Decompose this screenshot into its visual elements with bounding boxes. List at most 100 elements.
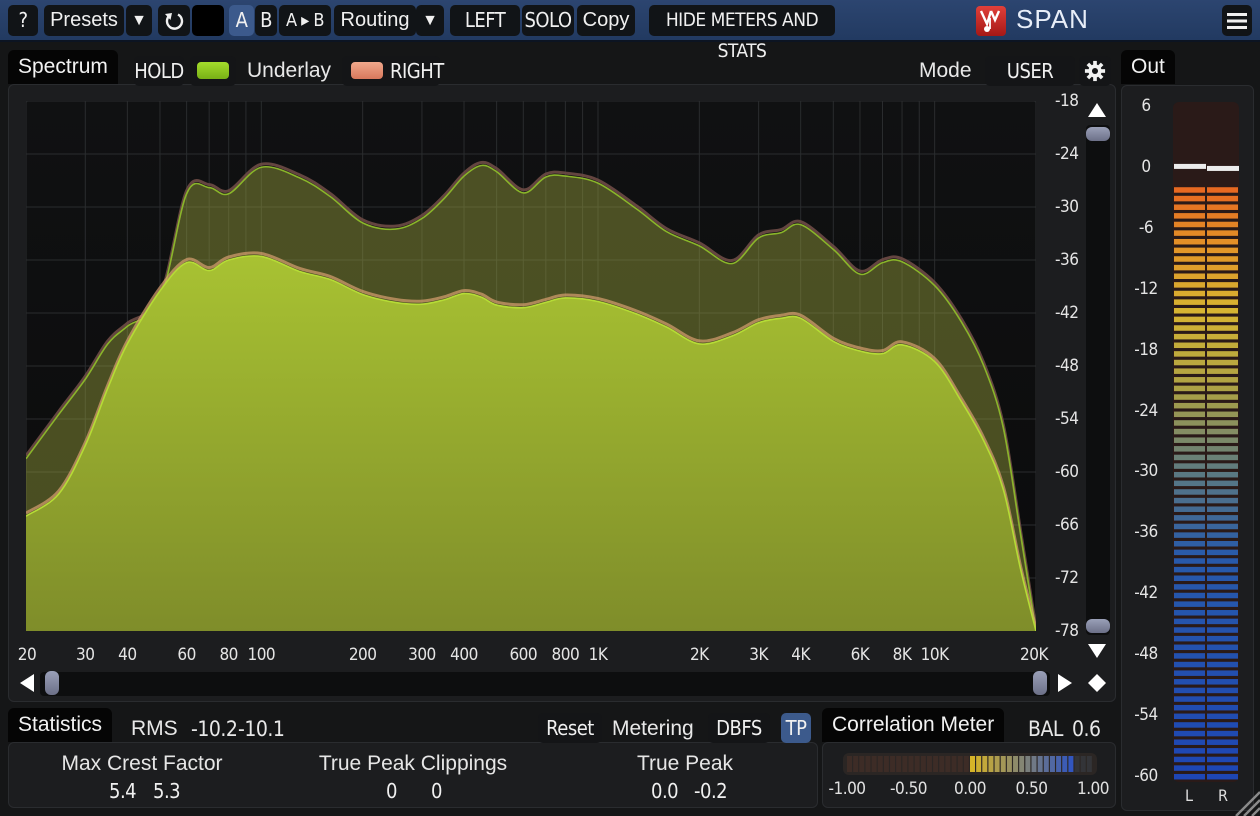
tab-spectrum[interactable]: Spectrum bbox=[8, 50, 118, 84]
correlation-segment bbox=[1080, 756, 1086, 772]
hide-meters-and-stats-button[interactable]: HIDE METERS AND STATS bbox=[649, 5, 835, 62]
meter-segment-r bbox=[1207, 377, 1238, 383]
channel-label-l: L bbox=[1185, 786, 1193, 805]
meter-segment-r bbox=[1207, 325, 1238, 331]
frequency-tick-label: 30 bbox=[76, 645, 95, 665]
meter-segment-r bbox=[1207, 221, 1238, 228]
meter-scale-label: 6 bbox=[1141, 96, 1151, 116]
tab-out[interactable]: Out bbox=[1121, 50, 1175, 84]
true-peak-clippings-right-value: 0 bbox=[431, 779, 442, 803]
brand-name: SPAN bbox=[1016, 4, 1089, 34]
meter-segment-l bbox=[1174, 282, 1205, 288]
reset-range-button[interactable] bbox=[1084, 670, 1110, 696]
meter-segment-l bbox=[1174, 515, 1205, 521]
meter-segment-r bbox=[1207, 653, 1238, 659]
meter-segment-l bbox=[1174, 204, 1205, 210]
solo-button[interactable]: SOLO bbox=[522, 5, 574, 36]
meter-segment-r bbox=[1207, 532, 1238, 538]
scroll-right-button[interactable] bbox=[1052, 670, 1078, 696]
ab-a-button[interactable]: A bbox=[229, 5, 254, 36]
correlation-segment bbox=[1019, 756, 1025, 772]
frequency-tick-label: 6K bbox=[850, 645, 870, 665]
meter-segment-l bbox=[1174, 264, 1205, 271]
meter-segment-r bbox=[1207, 610, 1238, 616]
meter-segment-r bbox=[1207, 489, 1238, 495]
meter-segment-l bbox=[1174, 213, 1205, 219]
tab-statistics[interactable]: Statistics bbox=[8, 708, 113, 742]
triangle-down-icon bbox=[1088, 644, 1106, 658]
hamburger-menu-icon bbox=[1227, 12, 1247, 29]
meter-segment-r bbox=[1207, 316, 1238, 323]
true-peak-clippings-label: True Peak Clippings bbox=[318, 752, 508, 775]
underlay-channel-button[interactable]: RIGHT bbox=[342, 56, 444, 86]
correlation-segment bbox=[914, 756, 920, 772]
meter-segment-r bbox=[1207, 411, 1238, 418]
copy-button[interactable]: Copy bbox=[577, 5, 635, 36]
scroll-up-button[interactable] bbox=[1084, 97, 1110, 123]
spectrum-plot[interactable] bbox=[26, 101, 1036, 631]
help-button[interactable]: ? bbox=[8, 5, 38, 36]
main-menu-button[interactable] bbox=[1222, 5, 1252, 36]
meter-segment-r bbox=[1207, 704, 1238, 711]
presets-button[interactable]: Presets bbox=[44, 5, 124, 36]
true-peak-left-value: 0.0 bbox=[651, 779, 679, 803]
vertical-range-track[interactable] bbox=[1086, 125, 1110, 635]
meter-segment-r bbox=[1207, 437, 1238, 443]
meter-segment-r bbox=[1207, 601, 1238, 607]
meter-segment-l bbox=[1174, 351, 1205, 357]
meter-segment-l bbox=[1174, 230, 1205, 236]
top-toolbar: ? Presets ▼ A B A ▸ B Routing ▼ LEFT SOL… bbox=[0, 0, 1260, 62]
mode-select[interactable]: USER bbox=[985, 56, 1075, 86]
routing-dropdown-arrow[interactable]: ▼ bbox=[416, 5, 444, 36]
vertical-range-bottom-handle[interactable] bbox=[1086, 619, 1110, 633]
resize-grip-icon[interactable] bbox=[1232, 788, 1260, 816]
scroll-down-button[interactable] bbox=[1084, 638, 1110, 664]
balance-label: BAL bbox=[1028, 717, 1063, 741]
triangle-left-icon bbox=[20, 674, 34, 692]
db-tick-label: -30 bbox=[1055, 197, 1079, 217]
ab-b-button[interactable]: B bbox=[255, 5, 277, 36]
true-peak-toggle[interactable]: TP bbox=[781, 713, 811, 743]
correlation-segment bbox=[902, 756, 908, 772]
meter-segment-r bbox=[1207, 264, 1238, 271]
horizontal-range-track[interactable] bbox=[40, 672, 1050, 696]
vertical-range-top-handle[interactable] bbox=[1086, 127, 1110, 141]
color-swatch-button[interactable] bbox=[192, 5, 224, 36]
correlation-segment bbox=[963, 756, 969, 772]
meter-segment-r bbox=[1207, 618, 1238, 625]
true-peak-right-value: -0.2 bbox=[694, 779, 728, 803]
metering-mode-select[interactable]: DBFS bbox=[708, 713, 770, 743]
max-crest-right-value: 5.3 bbox=[153, 779, 181, 803]
meter-segment-l bbox=[1174, 497, 1205, 504]
settings-button[interactable] bbox=[1079, 56, 1111, 86]
correlation-segment bbox=[939, 756, 945, 772]
frequency-tick-label: 4K bbox=[791, 645, 811, 665]
ab-copy-button[interactable]: A ▸ B bbox=[279, 5, 331, 36]
reset-stats-button[interactable]: Reset bbox=[538, 713, 602, 743]
meter-segment-l bbox=[1174, 437, 1205, 443]
routing-button[interactable]: Routing bbox=[334, 5, 416, 36]
frequency-tick-label: 800 bbox=[551, 645, 580, 665]
meter-scale-label: -12 bbox=[1134, 278, 1158, 299]
correlation-segment bbox=[982, 756, 988, 772]
hold-color-button[interactable] bbox=[190, 56, 236, 86]
meter-segment-r bbox=[1207, 247, 1238, 254]
scroll-left-button[interactable] bbox=[14, 670, 40, 696]
meter-segment-l bbox=[1174, 756, 1205, 763]
channel-left-button[interactable]: LEFT bbox=[450, 5, 520, 36]
meter-segment-l bbox=[1174, 722, 1205, 728]
presets-dropdown-arrow[interactable]: ▼ bbox=[126, 5, 152, 36]
undo-button[interactable] bbox=[158, 5, 190, 36]
meter-segment-l bbox=[1174, 359, 1205, 366]
meter-segment-l bbox=[1174, 523, 1205, 530]
correlation-segment bbox=[1049, 756, 1055, 772]
peak-hold-r bbox=[1207, 165, 1239, 171]
horizontal-range-left-handle[interactable] bbox=[45, 671, 59, 695]
tab-correlation-meter[interactable]: Correlation Meter bbox=[822, 708, 1005, 742]
correlation-segment bbox=[1043, 756, 1049, 772]
hold-button[interactable]: HOLD bbox=[134, 56, 184, 86]
meter-segment-l bbox=[1174, 471, 1205, 478]
horizontal-range-right-handle[interactable] bbox=[1033, 671, 1047, 695]
meter-segment-r bbox=[1207, 290, 1238, 297]
meter-segment-l bbox=[1174, 221, 1205, 228]
